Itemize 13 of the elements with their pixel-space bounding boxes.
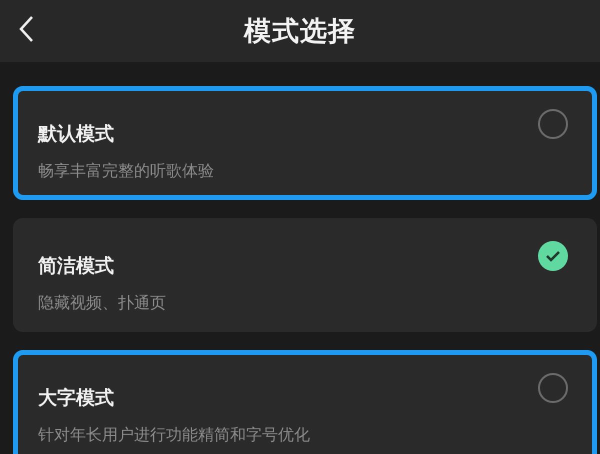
option-description: 畅享丰富完整的听歌体验 [38,161,215,182]
option-title: 大字模式 [38,386,115,411]
radio-button[interactable] [538,109,568,139]
option-description: 针对年长用户进行功能精简和字号优化 [38,425,311,446]
radio-button[interactable] [538,373,568,403]
mode-option-card[interactable]: 大字模式 针对年长用户进行功能精简和字号优化 [13,350,597,454]
mode-option-card[interactable]: 简洁模式 隐藏视频、扑通页 [13,218,597,332]
page-title: 模式选择 [244,15,356,49]
option-description: 隐藏视频、扑通页 [38,293,167,314]
check-icon[interactable] [538,241,568,271]
option-title: 默认模式 [38,122,115,147]
mode-option-card[interactable]: 默认模式 畅享丰富完整的听歌体验 [13,86,597,200]
option-title: 简洁模式 [38,254,115,279]
